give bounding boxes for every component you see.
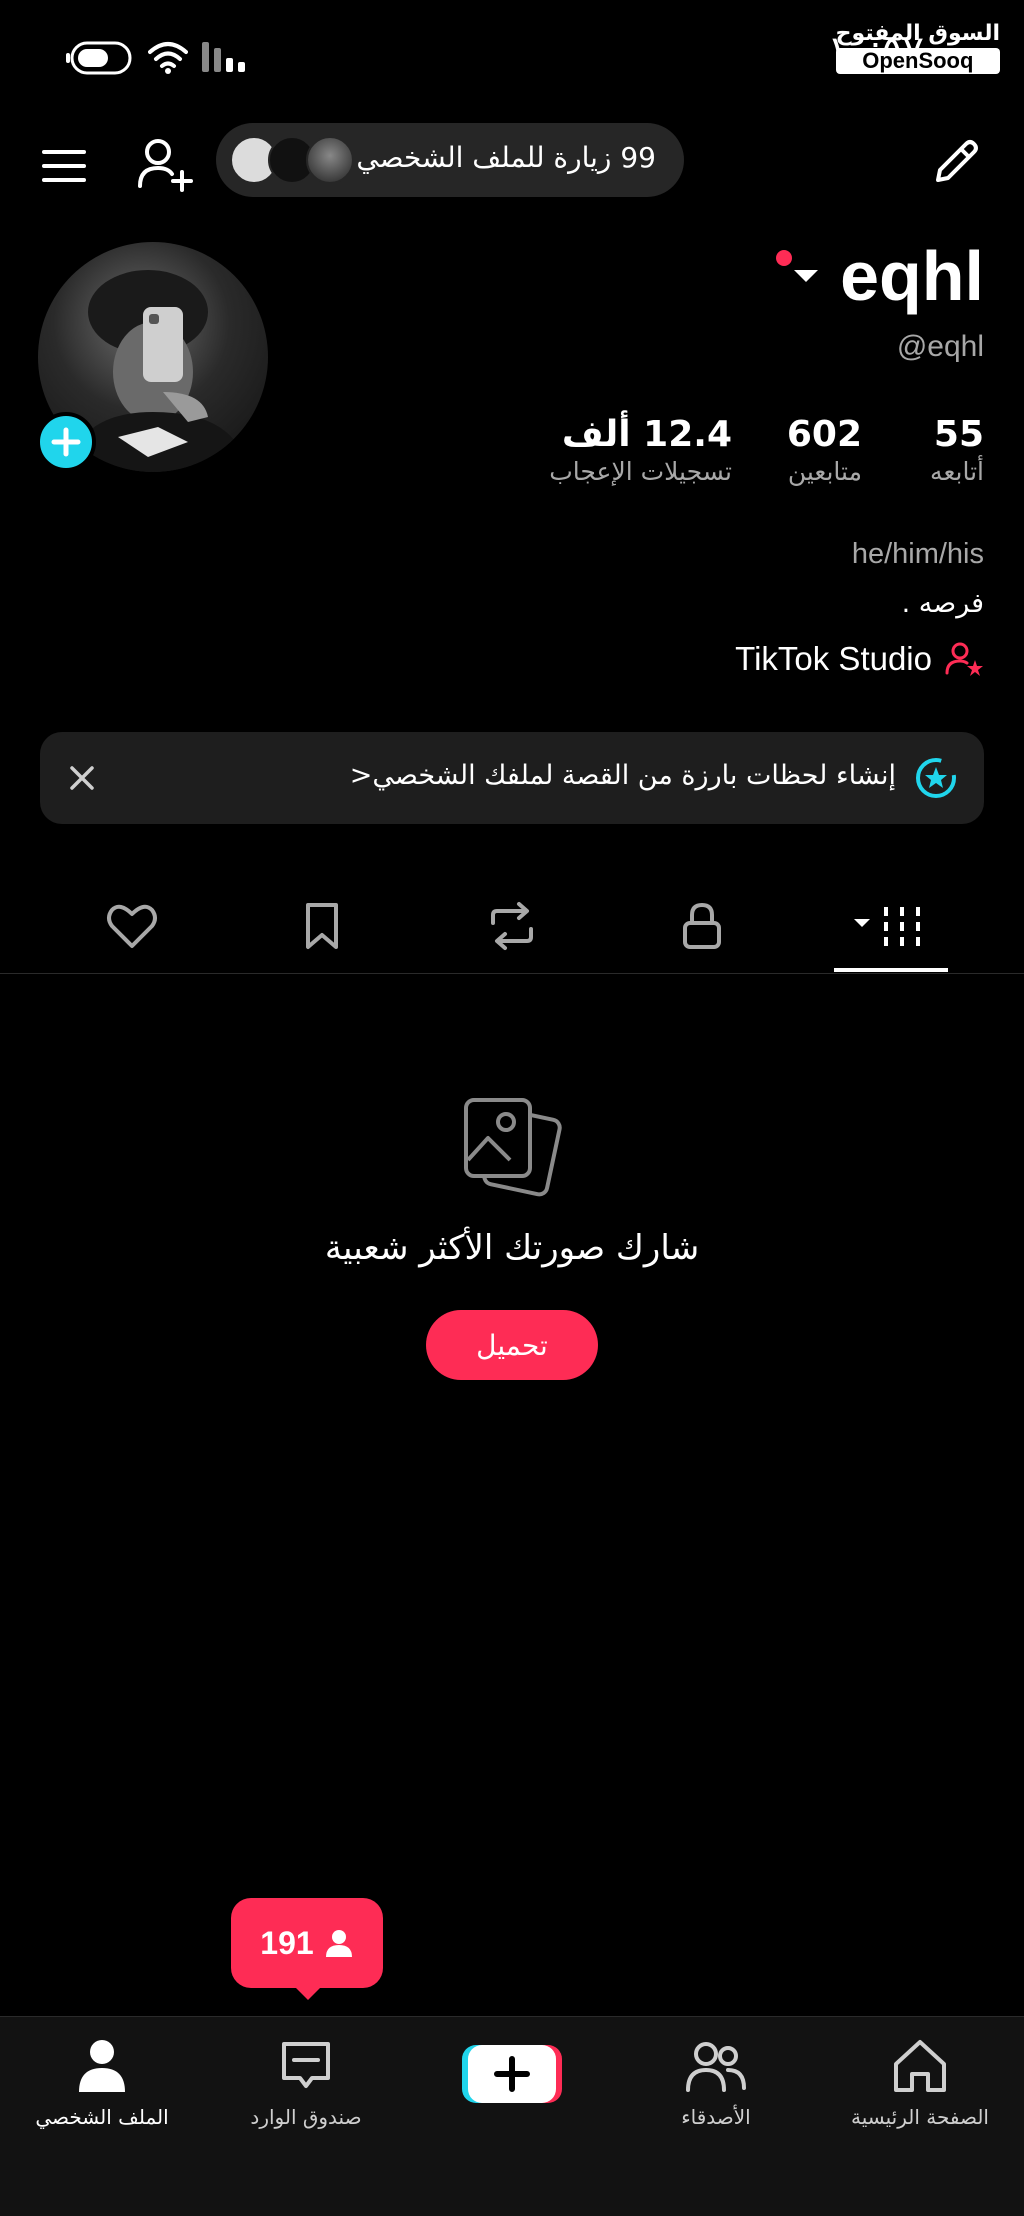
home-icon [894,2040,946,2092]
tabs-divider [0,973,1024,974]
create-plus-icon [462,2045,562,2103]
creator-star-icon [945,642,983,676]
nav-profile[interactable]: الملف الشخصي [0,2033,204,2129]
tab-private[interactable] [672,896,732,956]
visits-text: 99 زيارة للملف الشخصي [356,141,656,174]
wifi-icon [148,40,188,74]
highlight-star-icon [914,756,958,800]
banner-text: إنشاء لحظات بارزة من القصة لملفك الشخصي< [349,760,896,791]
profile-icon [79,2040,125,2092]
studio-label: TikTok Studio [735,640,932,677]
lock-icon [683,902,721,949]
nav-home-label: الصفحة الرئيسية [851,2105,989,2129]
followers-label: متابعين [787,457,862,486]
photo-gallery-icon [460,1094,564,1198]
nav-profile-label: الملف الشخصي [35,2105,169,2129]
stat-following[interactable]: 55 أتابعه [930,414,984,486]
bubble-tail [294,1986,322,2000]
add-friend-button[interactable] [136,136,194,192]
create-button[interactable] [462,2041,562,2107]
tab-saved[interactable] [292,896,352,956]
bottom-navigation: الملف الشخصي صندوق الوارد الأصدقاء الصفح… [0,2016,1024,2216]
close-banner-button[interactable] [64,760,100,796]
stat-likes[interactable]: 12.4 ألف تسجيلات الإعجاب [549,414,732,486]
hamburger-icon [42,150,86,182]
following-label: أتابعه [930,457,984,486]
bio: فرصه . [901,588,984,619]
plus-icon [51,427,81,457]
nav-friends-label: الأصدقاء [681,2105,751,2129]
story-highlights-banner[interactable]: إنشاء لحظات بارزة من القصة لملفك الشخصي< [40,732,984,824]
user-handle: @eqhl [896,330,984,363]
followers-count: 602 [786,414,862,455]
nav-friends[interactable]: الأصدقاء [614,2033,818,2129]
person-icon [325,1930,352,1957]
likes-label: تسجيلات الإعجاب [549,457,732,486]
watermark-brand: OpenSooq [835,48,1000,74]
new-followers-count: 191 [260,1924,314,1961]
heart-icon [107,904,157,948]
account-switch-button[interactable] [774,248,822,292]
close-icon [70,766,94,790]
add-story-button[interactable] [36,412,96,472]
tab-reposts[interactable] [482,896,542,956]
stat-followers[interactable]: 602 متابعين [787,414,862,486]
edit-profile-button[interactable] [930,136,982,188]
bookmark-icon [306,903,338,949]
visitor-avatar [306,136,354,184]
tab-videos[interactable] [850,896,930,956]
battery-icon [66,40,134,76]
following-count: 55 [933,414,984,455]
pronouns: he/him/his [851,538,984,570]
nav-home[interactable]: الصفحة الرئيسية [818,2033,1022,2129]
profile-visits-pill[interactable]: 99 زيارة للملف الشخصي [216,123,684,197]
active-tab-indicator [834,968,948,972]
signal-icon [202,42,252,74]
chevron-down-icon [776,250,818,282]
friends-icon [686,2042,746,2092]
inbox-icon [282,2042,330,2088]
watermark-arabic: السوق المفتوح [835,21,1000,46]
pencil-icon [936,140,978,182]
add-user-icon [138,139,193,192]
opensooq-watermark: السوق المفتوح OpenSooq [835,20,1000,74]
new-followers-bubble[interactable]: 191 [231,1898,383,1988]
grid-icon [854,907,920,946]
menu-button[interactable] [40,146,90,186]
tab-liked[interactable] [102,896,162,956]
tiktok-studio-link[interactable]: TikTok Studio [735,640,984,678]
upload-button[interactable]: تحميل [426,1310,598,1380]
repost-icon [491,902,533,950]
nav-inbox[interactable]: صندوق الوارد [204,2033,408,2129]
nav-inbox-label: صندوق الوارد [250,2105,362,2129]
username: eqhl [840,237,984,315]
likes-count: 12.4 ألف [561,414,732,455]
empty-state-title: شارك صورتك الأكثر شعبية [324,1228,700,1268]
